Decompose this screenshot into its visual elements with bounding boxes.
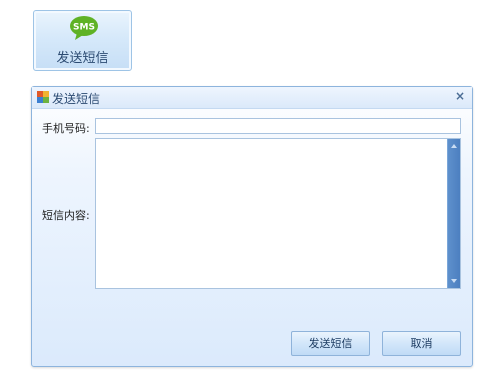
dialog-titlebar: 发送短信 × (32, 87, 472, 109)
message-scrollbar[interactable] (447, 139, 460, 288)
content-label: 短信内容: (42, 209, 90, 222)
sms-bubble-icon: SMS (70, 16, 98, 40)
scroll-down-icon[interactable] (451, 279, 457, 283)
send-sms-tile-button[interactable]: SMS 发送短信 (33, 10, 132, 71)
app-icon (37, 91, 49, 103)
dialog-title: 发送短信 (52, 92, 101, 106)
send-sms-dialog: 发送短信 × 手机号码: 短信内容: 发送短信 取消 (31, 86, 473, 367)
send-sms-button[interactable]: 发送短信 (291, 331, 370, 356)
phone-label: 手机号码: (42, 122, 90, 135)
message-content-textarea[interactable] (95, 138, 461, 289)
tile-label: 发送短信 (56, 51, 109, 66)
sms-icon-text: SMS (73, 23, 95, 33)
close-icon[interactable]: × (453, 89, 467, 105)
cancel-button[interactable]: 取消 (382, 331, 461, 356)
scroll-up-icon[interactable] (451, 144, 457, 148)
phone-number-input[interactable] (95, 118, 461, 134)
